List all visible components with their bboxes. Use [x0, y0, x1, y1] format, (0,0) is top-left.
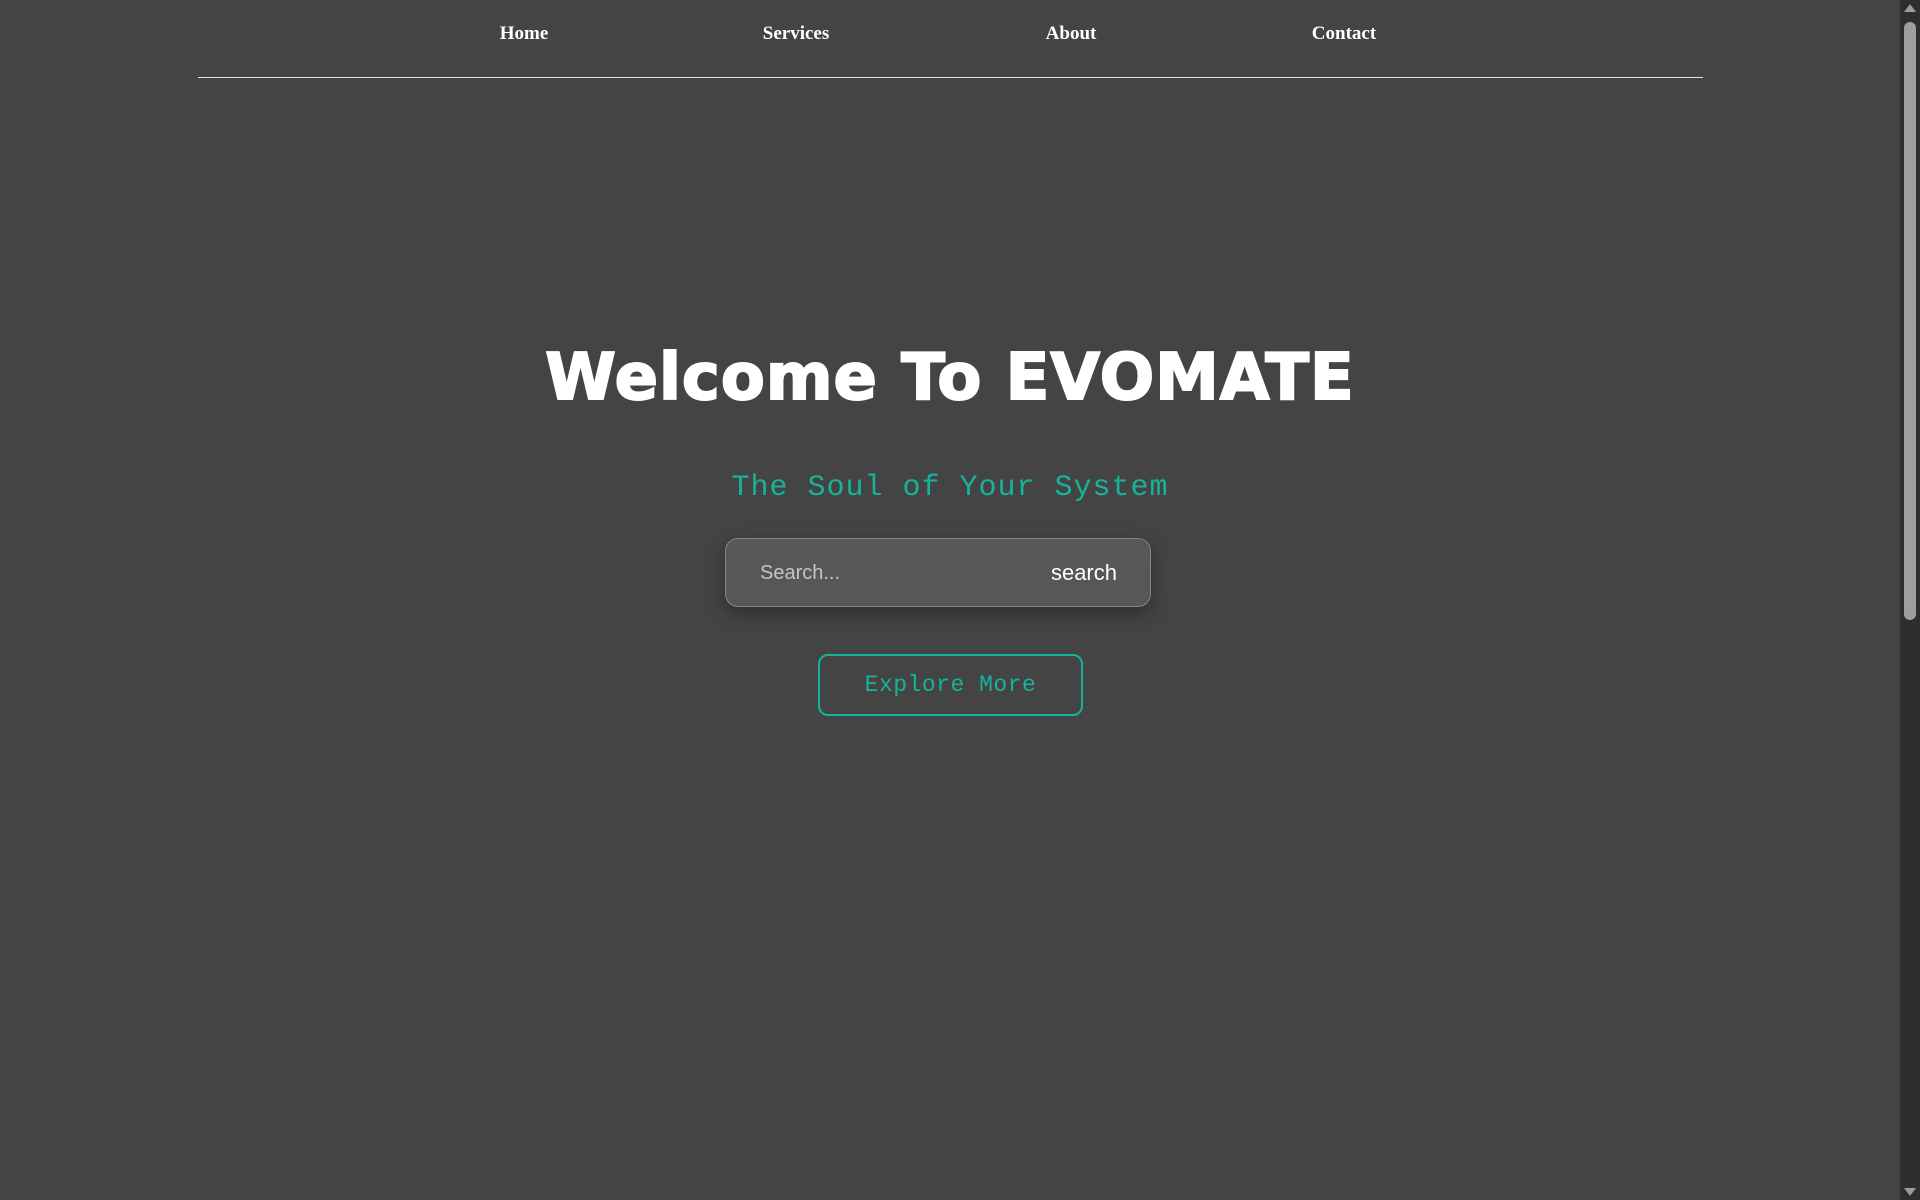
search-button[interactable]: search — [1036, 553, 1132, 593]
nav-link-home[interactable]: Home — [500, 23, 549, 45]
nav-link-services[interactable]: Services — [763, 23, 829, 45]
nav-link-contact[interactable]: Contact — [1312, 23, 1376, 45]
nav-link-about[interactable]: About — [1046, 23, 1097, 45]
hero-title: Welcome To EVOMATE — [544, 340, 1355, 416]
search-input[interactable] — [748, 553, 1008, 593]
top-navbar: Home Services About Contact — [198, 0, 1703, 78]
hero-subtitle: The Soul of Your System — [731, 471, 1169, 505]
scroll-up-arrow-icon[interactable] — [1904, 4, 1916, 12]
scroll-down-arrow-icon[interactable] — [1904, 1188, 1916, 1196]
explore-more-button[interactable]: Explore More — [818, 654, 1083, 716]
search-box: search — [725, 538, 1151, 607]
vertical-scrollbar[interactable] — [1900, 0, 1920, 1200]
scrollbar-thumb[interactable] — [1904, 22, 1916, 620]
